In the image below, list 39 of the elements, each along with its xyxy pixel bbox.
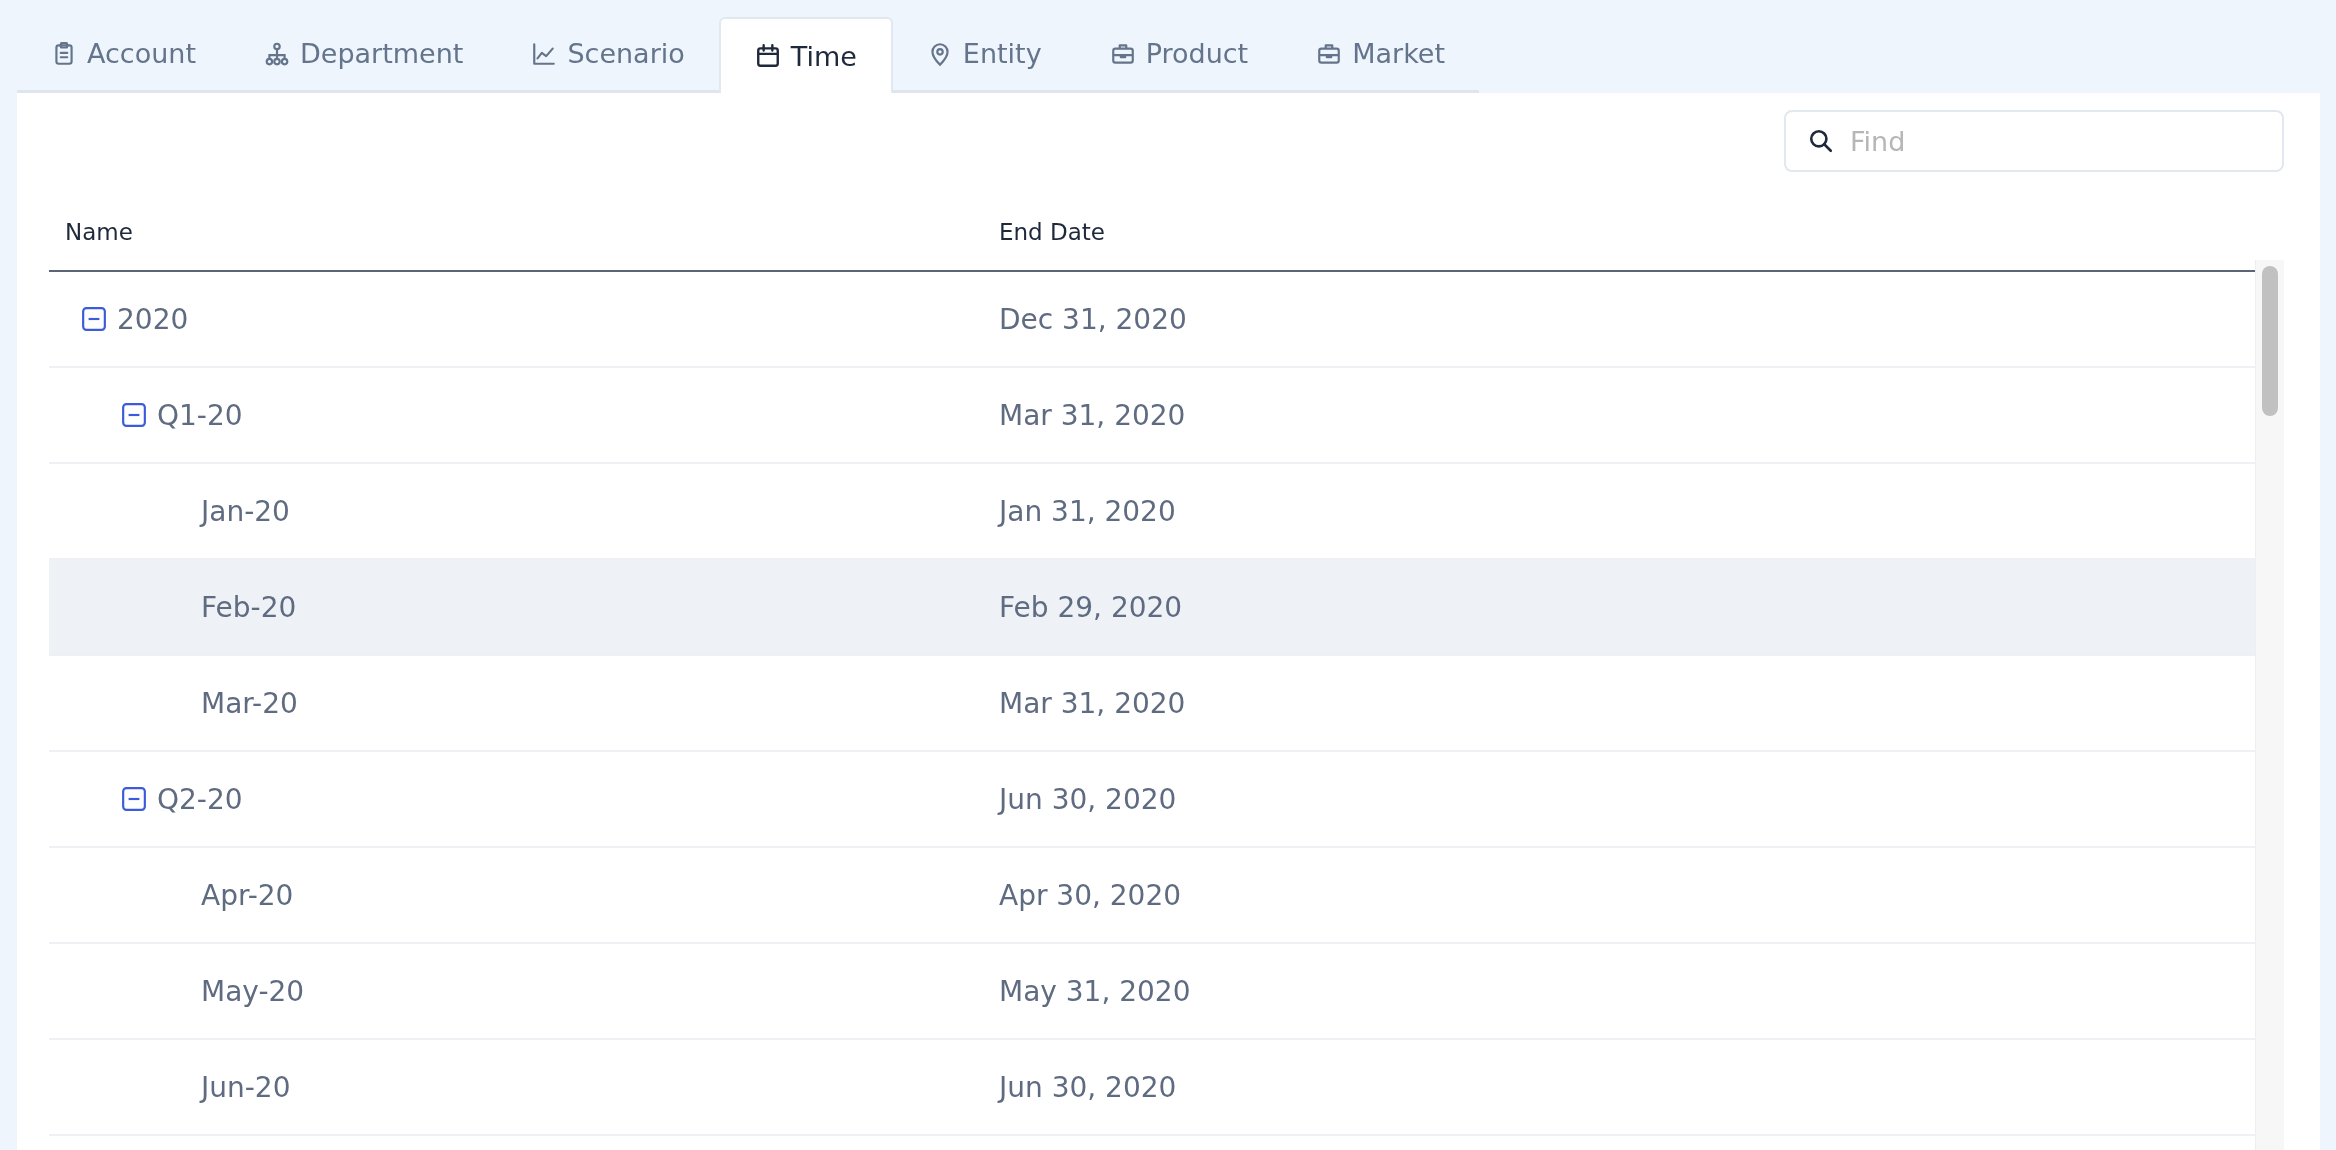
column-header: Name	[64, 219, 134, 245]
tab[interactable]: Time	[718, 17, 893, 93]
tree-item-label: Feb-20	[201, 590, 297, 624]
tree-item-label: Q1-20	[157, 398, 243, 432]
table-row[interactable]: Mar-20 Mar 31, 2020	[49, 656, 2255, 752]
table-row[interactable]: Apr-20 Apr 30, 2020	[49, 848, 2255, 944]
collapse-icon[interactable]	[121, 402, 147, 428]
table-cell: Apr 30, 2020	[999, 878, 1182, 912]
tree-item-label: Jun-20	[201, 1070, 291, 1104]
table-cell: Mar 31, 2020	[999, 398, 1186, 432]
tree-item-label: Mar-20	[201, 686, 298, 720]
search-icon	[1808, 128, 1834, 154]
table-row[interactable]: Jun-20 Jun 30, 2020	[49, 1040, 2255, 1136]
search-field[interactable]: Find	[1784, 110, 2284, 172]
tree-item-label: Q2-20	[157, 782, 243, 816]
scrollbar[interactable]	[2255, 260, 2284, 1150]
sitemap-icon	[264, 40, 290, 67]
table-row[interactable]: Q2-20 Jun 30, 2020	[49, 752, 2255, 848]
table-row[interactable]: Q1-20 Mar 31, 2020	[49, 368, 2255, 464]
table-cell: May 31, 2020	[999, 974, 1191, 1008]
table-row[interactable]: May-20 May 31, 2020	[49, 944, 2255, 1040]
calendar-icon	[754, 43, 781, 69]
table-cell: Jun 30, 2020	[999, 782, 1177, 816]
column-header: End Date	[999, 219, 1105, 245]
tree-item-label: May-20	[201, 974, 305, 1008]
collapse-icon[interactable]	[121, 786, 147, 812]
scrollbar-thumb[interactable]	[2262, 266, 2278, 416]
table-cell: Feb 29, 2020	[999, 590, 1183, 624]
tree-item-label: Jan-20	[201, 494, 290, 528]
table-row[interactable]: 2020 Dec 31, 2020	[49, 272, 2255, 368]
table-cell: Jun 30, 2020	[999, 1070, 1177, 1104]
table-cell: Jan 31, 2020	[999, 494, 1176, 528]
line-chart-icon	[531, 40, 558, 67]
collapse-icon[interactable]	[81, 306, 107, 332]
tree-item-label: 2020	[117, 302, 189, 336]
table-row[interactable]: Feb-20 Feb 29, 2020	[49, 560, 2255, 656]
table-cell: Mar 31, 2020	[999, 686, 1186, 720]
table-cell: Dec 31, 2020	[999, 302, 1187, 336]
tree-item-label: Apr-20	[201, 878, 294, 912]
